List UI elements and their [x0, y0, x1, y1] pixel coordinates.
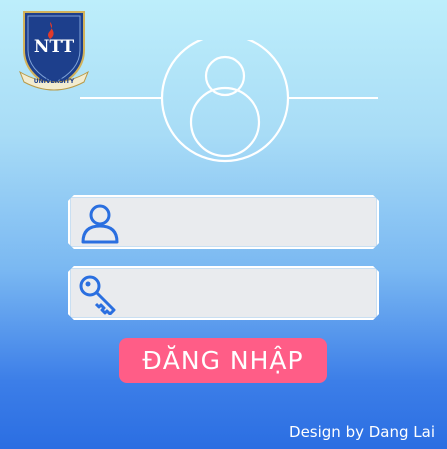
password-input[interactable] — [128, 276, 367, 314]
user-icon — [78, 202, 122, 244]
logo-ribbon-text: UNIVERSITY — [34, 78, 75, 85]
username-input[interactable] — [128, 205, 367, 243]
logo-monogram: NTT — [34, 37, 75, 57]
key-icon — [78, 273, 122, 315]
login-button[interactable]: ĐĂNG NHẬP — [119, 338, 327, 383]
design-credit: Design by Dang Lai — [289, 423, 435, 441]
avatar-icon — [80, 40, 378, 163]
password-field[interactable] — [68, 266, 379, 320]
username-field[interactable] — [68, 195, 379, 249]
